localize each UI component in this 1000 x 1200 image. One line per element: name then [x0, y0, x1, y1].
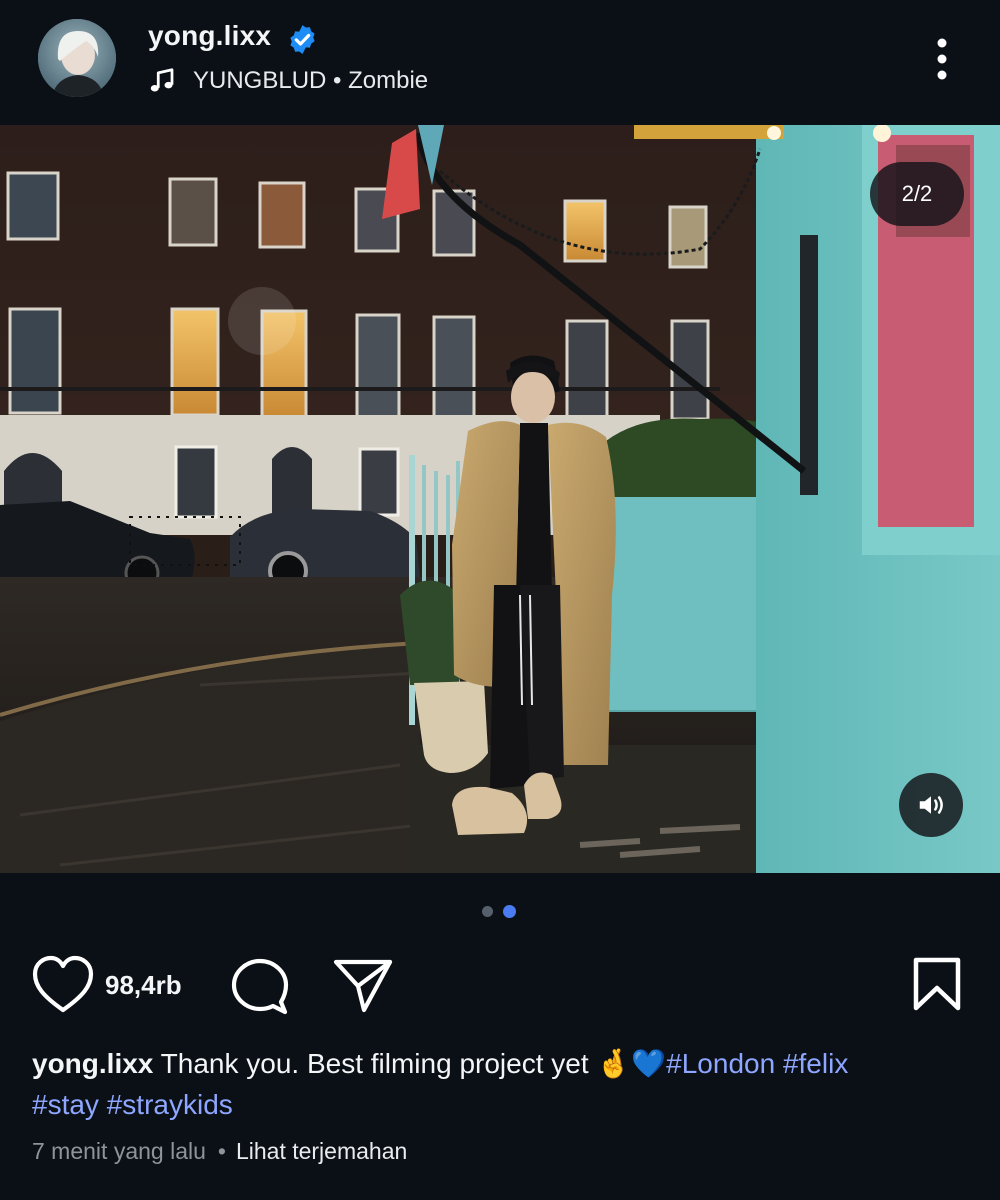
- post-caption: yong.lixx Thank you. Best filming projec…: [32, 1043, 942, 1125]
- music-separator: •: [333, 67, 342, 94]
- bookmark-icon[interactable]: [910, 955, 964, 1013]
- carousel-dot-2-active: [503, 905, 516, 918]
- caption-text: Thank you. Best filming project yet: [160, 1048, 589, 1079]
- verified-badge-icon: [290, 25, 315, 54]
- post-timestamp: 7 menit yang lalu: [32, 1138, 206, 1164]
- post-meta: 7 menit yang lalu • Lihat terjemahan: [32, 1138, 407, 1165]
- carousel-indicator: [482, 905, 516, 918]
- hashtag-stay[interactable]: #stay: [32, 1089, 99, 1120]
- hashtag-london[interactable]: #London: [666, 1048, 775, 1079]
- music-artist: YUNGBLUD: [193, 67, 327, 94]
- meta-separator: •: [217, 1138, 226, 1164]
- carousel-counter: 2/2: [870, 162, 964, 226]
- heart-icon[interactable]: [31, 954, 95, 1016]
- hashtag-felix[interactable]: #felix: [783, 1048, 848, 1079]
- hashtag-straykids[interactable]: #straykids: [107, 1089, 233, 1120]
- music-note-icon: [150, 68, 174, 92]
- paper-plane-icon[interactable]: [331, 954, 395, 1016]
- post-username[interactable]: yong.lixx: [148, 20, 271, 52]
- comment-bubble-icon[interactable]: [229, 956, 291, 1016]
- photo-image: [0, 125, 1000, 873]
- caption-username[interactable]: yong.lixx: [32, 1048, 153, 1079]
- sound-button[interactable]: [899, 773, 963, 837]
- avatar[interactable]: [38, 19, 116, 97]
- speaker-icon: [919, 796, 943, 814]
- like-count[interactable]: 98,4rb: [105, 970, 182, 1001]
- carousel-dot-1: [482, 906, 493, 917]
- music-info[interactable]: YUNGBLUD • Zombie: [193, 67, 428, 95]
- music-song: Zombie: [348, 67, 429, 94]
- see-translation-link[interactable]: Lihat terjemahan: [236, 1138, 407, 1164]
- more-vertical-icon[interactable]: [928, 36, 956, 82]
- post-header: yong.lixx YUNGBLUD • Zombie: [0, 0, 1000, 125]
- post-photo[interactable]: 2/2: [0, 125, 1000, 873]
- caption-emojis: 🤞💙: [596, 1047, 667, 1080]
